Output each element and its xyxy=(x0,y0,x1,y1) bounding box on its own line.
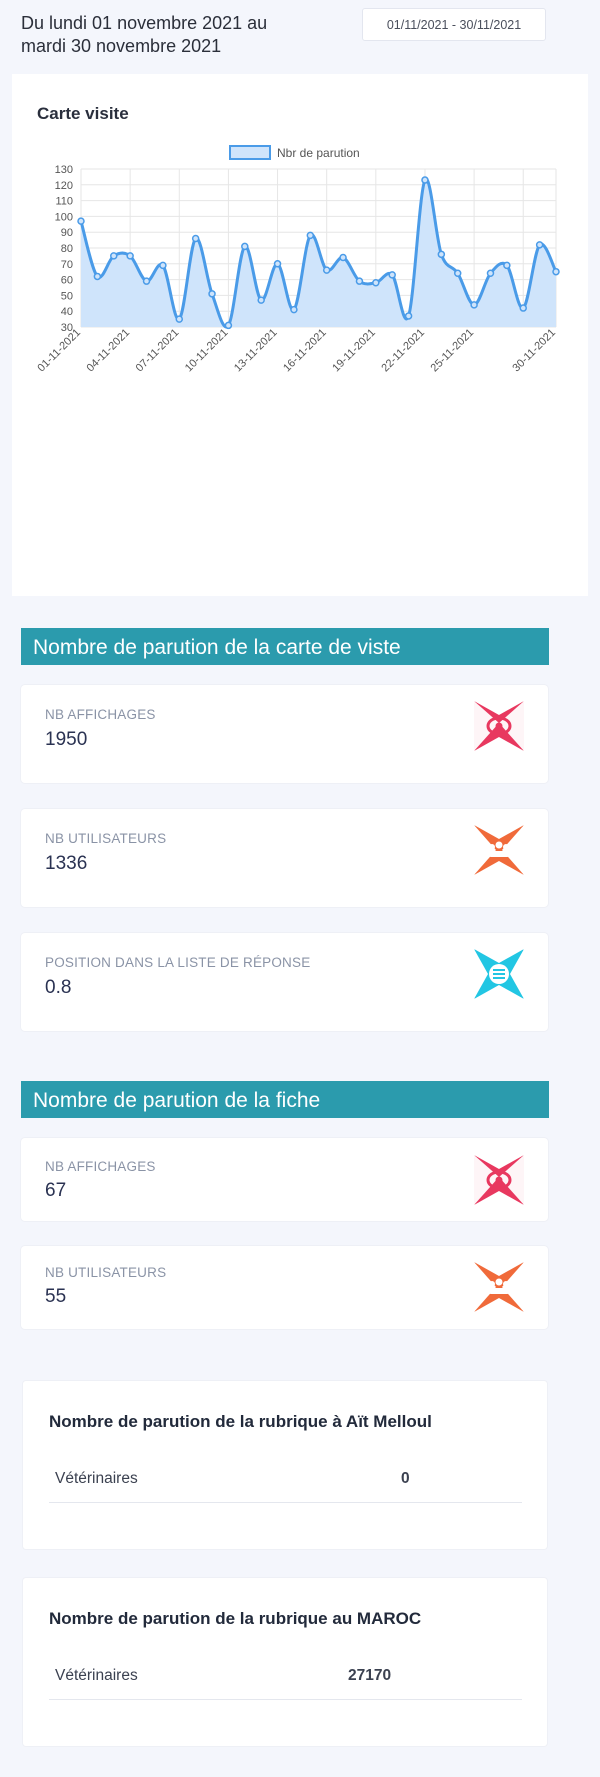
data-point xyxy=(535,241,544,249)
y-tick-label: 100 xyxy=(55,211,73,223)
eye-icon xyxy=(474,1155,524,1205)
y-tick-label: 50 xyxy=(61,290,73,302)
top-bar: Du lundi 01 novembre 2021 au mardi 30 no… xyxy=(0,0,600,70)
stat-label: NB AFFICHAGES xyxy=(45,1159,156,1174)
stat-card-position: POSITION DANS LA LISTE DE RÉPONSE 0.8 xyxy=(21,933,548,1031)
y-tick-label: 110 xyxy=(55,196,73,208)
legend-swatch xyxy=(229,145,271,160)
y-tick-label: 60 xyxy=(61,275,73,287)
eye-icon xyxy=(474,701,524,751)
stat-card-fiche-affichages: NB AFFICHAGES 67 xyxy=(21,1138,548,1221)
rubrique-maroc-card: Nombre de parution de la rubrique au MAR… xyxy=(23,1578,547,1746)
data-point xyxy=(388,271,396,279)
users-icon xyxy=(474,825,524,875)
stat-value: 67 xyxy=(45,1180,67,1201)
data-point xyxy=(93,272,102,281)
rubrique-count: 0 xyxy=(401,1470,410,1487)
date-range-picker[interactable]: 01/11/2021 - 30/11/2021 xyxy=(362,8,546,41)
data-point xyxy=(159,261,167,270)
data-point xyxy=(503,261,511,270)
table-row: Vétérinaires 0 xyxy=(49,1458,522,1503)
data-point xyxy=(126,252,134,260)
rubrique-count: 27170 xyxy=(348,1667,392,1684)
stat-label: POSITION DANS LA LISTE DE RÉPONSE xyxy=(45,955,311,970)
rubrique-name: Vétérinaires xyxy=(55,1667,138,1684)
data-point xyxy=(257,296,265,304)
data-point xyxy=(486,269,495,278)
y-tick-label: 120 xyxy=(55,180,73,192)
stat-card-fiche-utilisateurs: NB UTILISATEURS 55 xyxy=(21,1246,548,1329)
x-tick-label: 07-11-2021 xyxy=(134,327,182,375)
data-point xyxy=(77,217,85,225)
x-tick-label: 30-11-2021 xyxy=(510,327,558,375)
rubrique-name: Vétérinaires xyxy=(55,1470,138,1487)
data-point xyxy=(290,305,298,314)
rubrique-maroc-title: Nombre de parution de la rubrique au MAR… xyxy=(49,1609,422,1628)
stat-value: 1950 xyxy=(45,729,88,750)
x-tick-label: 10-11-2021 xyxy=(183,327,231,375)
stat-label: NB UTILISATEURS xyxy=(45,1265,167,1280)
legend-label: Nbr de parution xyxy=(277,146,360,160)
stat-label: NB UTILISATEURS xyxy=(45,831,167,846)
stat-value: 0.8 xyxy=(45,977,72,998)
data-point xyxy=(175,315,184,323)
data-point xyxy=(224,321,233,330)
x-tick-label: 04-11-2021 xyxy=(85,327,133,375)
y-tick-label: 40 xyxy=(61,306,73,318)
data-point xyxy=(191,234,200,243)
data-point xyxy=(470,301,478,309)
x-tick-label: 13-11-2021 xyxy=(232,327,280,375)
data-point xyxy=(519,304,527,312)
data-point xyxy=(437,250,446,259)
x-tick-label: 19-11-2021 xyxy=(330,327,378,375)
data-point xyxy=(404,312,413,320)
stat-card-utilisateurs: NB UTILISATEURS 1336 xyxy=(21,809,548,907)
data-point xyxy=(322,266,331,274)
section-header-carte: Nombre de parution de la carte de viste xyxy=(21,628,549,665)
data-point xyxy=(552,267,560,276)
users-icon xyxy=(474,1262,524,1312)
data-point xyxy=(421,176,429,184)
y-tick-label: 90 xyxy=(61,227,73,239)
area-chart: 3040506070809010011012013001-11-2021 04-1… xyxy=(35,145,560,375)
stat-value: 1336 xyxy=(45,853,88,874)
y-tick-label: 80 xyxy=(61,243,73,255)
data-point xyxy=(453,269,462,278)
stat-card-affichages: NB AFFICHAGES 1950 xyxy=(21,685,548,783)
data-point xyxy=(208,290,216,298)
data-point xyxy=(355,277,364,285)
data-point xyxy=(110,252,118,260)
list-icon xyxy=(474,949,524,999)
y-tick-label: 130 xyxy=(55,164,73,176)
x-tick-label: 16-11-2021 xyxy=(281,327,329,375)
data-point xyxy=(273,260,282,268)
stat-value: 55 xyxy=(45,1286,67,1307)
stat-label: NB AFFICHAGES xyxy=(45,707,156,722)
data-point xyxy=(306,231,315,240)
x-tick-label: 25-11-2021 xyxy=(429,327,477,375)
data-point xyxy=(241,242,249,251)
data-point xyxy=(372,279,380,287)
x-tick-label: 01-11-2021 xyxy=(35,327,83,375)
table-row: Vétérinaires 27170 xyxy=(49,1655,522,1700)
rubrique-local-card: Nombre de parution de la rubrique à Aït … xyxy=(23,1381,547,1549)
y-tick-label: 70 xyxy=(61,259,73,271)
x-tick-label: 22-11-2021 xyxy=(379,327,427,375)
rubrique-local-title: Nombre de parution de la rubrique à Aït … xyxy=(49,1412,432,1431)
data-point xyxy=(339,253,347,262)
chart-card: Carte visite 30 40 50 60 70 80 90 100 110 120 130 0… xyxy=(12,74,588,596)
data-point xyxy=(142,277,151,285)
period-text: Du lundi 01 novembre 2021 au mardi 30 no… xyxy=(21,13,268,56)
section-header-fiche: Nombre de parution de la fiche xyxy=(21,1081,549,1118)
